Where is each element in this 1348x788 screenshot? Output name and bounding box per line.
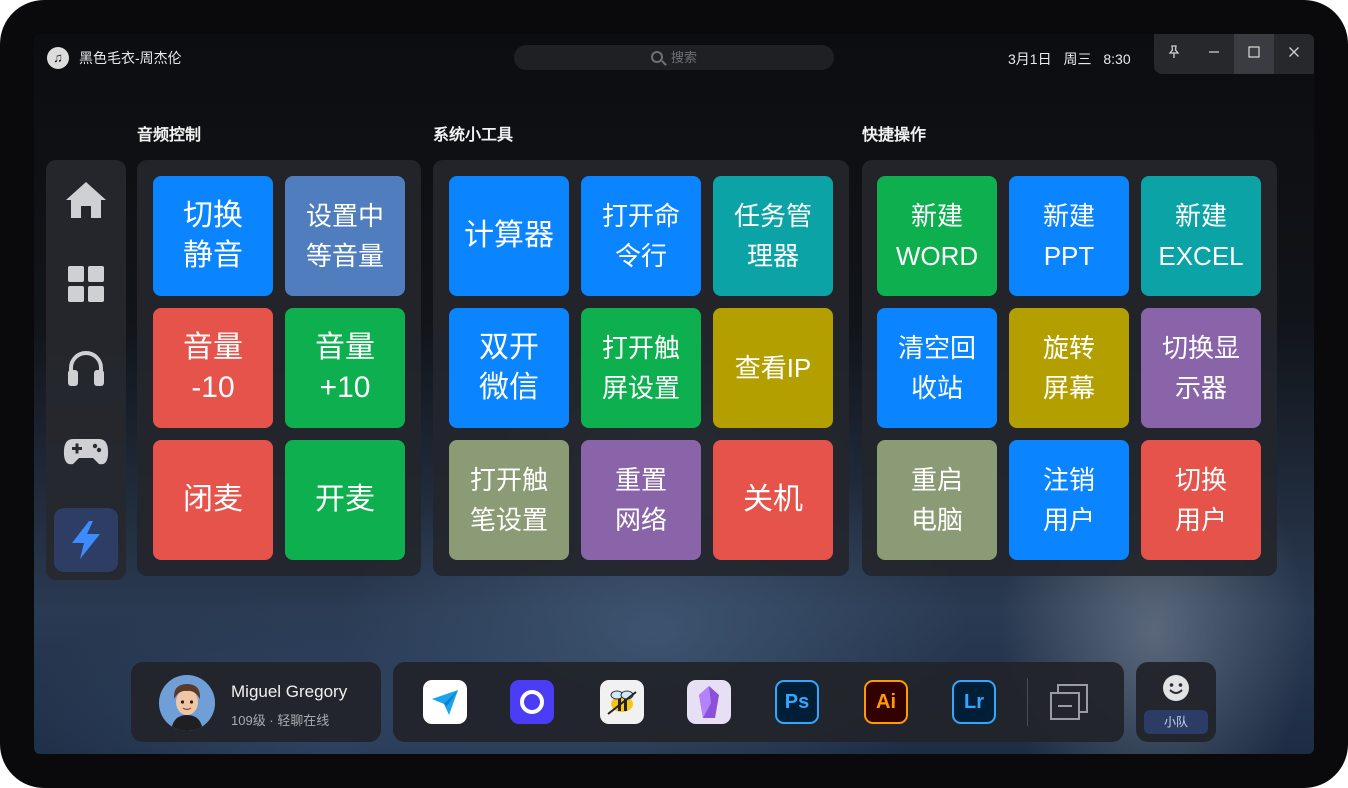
tile-new-excel[interactable]: 新建 EXCEL <box>1141 176 1261 296</box>
illustrator-icon[interactable]: Ai <box>864 680 908 724</box>
tile-mic-off[interactable]: 闭麦 <box>153 440 273 560</box>
weekday-label: 周三 <box>1063 51 1092 67</box>
maximize-icon[interactable] <box>1234 34 1274 74</box>
tile-reset-network[interactable]: 重置 网络 <box>581 440 701 560</box>
tile-log-off[interactable]: 注销 用户 <box>1009 440 1129 560</box>
panel-tools: 计算器 打开命 令行 任务管 理器 双开 微信 打开触 屏设置 查看IP 打开触… <box>433 160 849 576</box>
section-title-audio: 音频控制 <box>137 127 202 144</box>
lightning-icon <box>72 521 100 559</box>
crystal-icon[interactable] <box>687 680 731 724</box>
title-bar: ♫ 黑色毛衣-周杰伦 搜索 3月1日 周三 8:30 <box>34 34 1314 82</box>
user-card[interactable]: Miguel Gregory 109级 · 轻聊在线 <box>131 662 381 742</box>
paper-plane-icon[interactable] <box>423 680 467 724</box>
ring-app-icon[interactable] <box>510 680 554 724</box>
lightroom-icon[interactable]: Lr <box>952 680 996 724</box>
tile-calculator[interactable]: 计算器 <box>449 176 569 296</box>
tile-rotate-screen[interactable]: 旋转 屏幕 <box>1009 308 1129 428</box>
search-placeholder: 搜索 <box>670 50 697 65</box>
pin-icon[interactable] <box>1154 34 1194 74</box>
photoshop-icon[interactable]: Ps <box>775 680 819 724</box>
user-status: 109级 · 轻聊在线 <box>231 713 330 728</box>
sidebar-item-games[interactable] <box>54 420 118 484</box>
dock: Ps Ai Lr <box>393 662 1124 742</box>
music-note-icon[interactable]: ♫ <box>47 47 69 69</box>
tile-touch-settings[interactable]: 打开触 屏设置 <box>581 308 701 428</box>
sidebar-item-shortcuts[interactable] <box>54 508 118 572</box>
sidebar <box>46 160 126 580</box>
section-title-tools: 系统小工具 <box>433 127 514 144</box>
sidebar-item-audio[interactable] <box>54 336 118 400</box>
avatar[interactable] <box>159 675 215 731</box>
tile-task-manager[interactable]: 任务管 理器 <box>713 176 833 296</box>
minimize-icon[interactable] <box>1194 34 1234 74</box>
grid-icon <box>68 266 104 302</box>
tile-open-cmd[interactable]: 打开命 令行 <box>581 176 701 296</box>
gamepad-icon <box>63 439 109 465</box>
tile-toggle-mute[interactable]: 切换 静音 <box>153 176 273 296</box>
date-label: 3月1日 <box>1008 51 1052 67</box>
team-label: 小队 <box>1144 710 1208 734</box>
tile-mic-on[interactable]: 开麦 <box>285 440 405 560</box>
tile-empty-recycle-bin[interactable]: 清空回 收站 <box>877 308 997 428</box>
screen: ♫ 黑色毛衣-周杰伦 搜索 3月1日 周三 8:30 音频控制 系统小工具 快捷… <box>34 34 1314 754</box>
tile-pen-settings[interactable]: 打开触 笔设置 <box>449 440 569 560</box>
close-icon[interactable] <box>1274 34 1314 74</box>
headphones-icon <box>68 351 104 386</box>
datetime: 3月1日 周三 8:30 <box>1008 49 1131 69</box>
search-input[interactable]: 搜索 <box>514 45 834 70</box>
panel-shortcuts: 新建 WORD 新建 PPT 新建 EXCEL 清空回 收站 旋转 屏幕 切换显… <box>862 160 1277 576</box>
tile-restart[interactable]: 重启 电脑 <box>877 440 997 560</box>
now-playing-title[interactable]: 黑色毛衣-周杰伦 <box>79 48 182 68</box>
tile-switch-user[interactable]: 切换 用户 <box>1141 440 1261 560</box>
home-icon <box>66 182 106 218</box>
tile-switch-display[interactable]: 切换显 示器 <box>1141 308 1261 428</box>
tile-dual-wechat[interactable]: 双开 微信 <box>449 308 569 428</box>
smiley-icon <box>1163 675 1189 701</box>
tile-new-ppt[interactable]: 新建 PPT <box>1009 176 1129 296</box>
tile-view-ip[interactable]: 查看IP <box>713 308 833 428</box>
section-title-shortcuts: 快捷操作 <box>862 127 927 144</box>
tile-volume-down[interactable]: 音量 -10 <box>153 308 273 428</box>
sidebar-item-home[interactable] <box>54 168 118 232</box>
user-name: Miguel Gregory <box>231 682 348 701</box>
tile-medium-volume[interactable]: 设置中 等音量 <box>285 176 405 296</box>
device-frame: ♫ 黑色毛衣-周杰伦 搜索 3月1日 周三 8:30 音频控制 系统小工具 快捷… <box>0 0 1348 788</box>
search-icon <box>650 51 663 63</box>
tile-volume-up[interactable]: 音量 +10 <box>285 308 405 428</box>
bee-icon[interactable] <box>600 680 644 724</box>
team-button[interactable]: 小队 <box>1136 662 1216 742</box>
sidebar-item-apps[interactable] <box>54 252 118 316</box>
time-label: 8:30 <box>1103 51 1131 67</box>
tile-new-word[interactable]: 新建 WORD <box>877 176 997 296</box>
tile-shutdown[interactable]: 关机 <box>713 440 833 560</box>
window-stack-icon[interactable] <box>1047 680 1091 724</box>
window-controls <box>1154 34 1314 74</box>
panel-audio: 切换 静音 设置中 等音量 音量 -10 音量 +10 闭麦 开麦 <box>137 160 421 576</box>
dock-divider <box>1027 678 1028 726</box>
